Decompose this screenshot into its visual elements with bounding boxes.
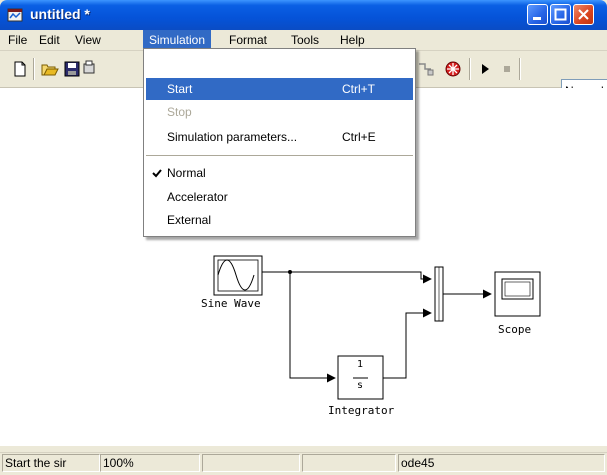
print-icon[interactable] xyxy=(83,60,95,78)
branch-point xyxy=(288,270,292,274)
minimize-button[interactable] xyxy=(527,4,548,25)
maximize-button[interactable] xyxy=(550,4,571,25)
mux-block[interactable] xyxy=(434,266,444,322)
status-solver: ode45 xyxy=(398,454,605,472)
status-cell-empty-2 xyxy=(302,454,396,472)
menu-item-external[interactable]: External xyxy=(146,209,413,231)
library-icon[interactable] xyxy=(416,60,434,78)
menu-item-simulation-parameters[interactable]: Simulation parameters... Ctrl+E xyxy=(146,126,413,148)
start-icon[interactable] xyxy=(476,60,494,78)
status-bar: Start the sir 100% ode45 xyxy=(0,452,607,475)
menu-item-simulation-parameters-shortcut: Ctrl+E xyxy=(342,130,376,144)
menu-help[interactable]: Help xyxy=(334,30,371,50)
menu-item-start-label: Start xyxy=(167,82,193,96)
menu-edit[interactable]: Edit xyxy=(33,30,66,50)
toolbar-separator xyxy=(33,58,35,80)
open-icon[interactable] xyxy=(41,60,59,78)
title-bar[interactable]: untitled * xyxy=(0,0,607,30)
integrator-numerator: 1 xyxy=(357,359,364,370)
simulink-app-icon[interactable] xyxy=(7,7,23,23)
simulation-menu-dropdown: Start Ctrl+T Stop Simulation parameters.… xyxy=(143,48,416,237)
sine-wave-block[interactable] xyxy=(213,255,263,296)
menu-item-stop-label: Stop xyxy=(167,105,192,119)
close-icon xyxy=(578,9,589,20)
close-button[interactable] xyxy=(573,4,594,25)
debug-icon[interactable] xyxy=(444,60,462,78)
menu-item-external-label: External xyxy=(167,213,212,227)
checkmark-icon xyxy=(152,169,162,178)
scope-label: Scope xyxy=(498,323,532,336)
status-zoom: 100% xyxy=(100,454,200,472)
menu-tools[interactable]: Tools xyxy=(285,30,325,50)
status-message: Start the sir xyxy=(2,454,100,472)
minimize-icon xyxy=(533,17,541,20)
menu-item-start-shortcut: Ctrl+T xyxy=(342,82,375,96)
toolbar-separator xyxy=(519,58,521,80)
signal-line-sine-to-mux[interactable] xyxy=(262,271,432,284)
maximize-icon xyxy=(554,8,567,21)
sine-wave-label: Sine Wave xyxy=(201,297,261,310)
window-title: untitled * xyxy=(30,6,90,22)
menu-view[interactable]: View xyxy=(69,30,107,50)
integrator-label: Integrator xyxy=(328,404,395,417)
scope-block[interactable] xyxy=(494,271,541,317)
menu-format[interactable]: Format xyxy=(223,30,273,50)
menu-item-accelerator[interactable]: Accelerator xyxy=(146,186,413,208)
menu-item-stop[interactable]: Stop xyxy=(146,101,413,123)
new-icon[interactable] xyxy=(11,60,29,78)
menu-separator xyxy=(146,155,413,157)
menu-simulation[interactable]: Simulation xyxy=(143,30,212,50)
menu-file[interactable]: File xyxy=(2,30,33,50)
signal-line-sine-to-integrator[interactable] xyxy=(289,272,336,383)
menu-item-start[interactable]: Start Ctrl+T xyxy=(146,78,413,100)
status-cell-empty-1 xyxy=(202,454,300,472)
menu-item-accelerator-label: Accelerator xyxy=(167,190,228,204)
signal-line-integrator-to-mux[interactable] xyxy=(383,308,432,379)
stop-icon[interactable] xyxy=(498,60,516,78)
toolbar-separator xyxy=(469,58,471,80)
menu-item-simulation-parameters-label: Simulation parameters... xyxy=(167,130,298,144)
save-icon[interactable] xyxy=(63,60,81,78)
integrator-denominator: s xyxy=(357,380,364,391)
menu-item-normal-label: Normal xyxy=(167,166,206,180)
menu-item-normal[interactable]: Normal xyxy=(146,162,413,184)
